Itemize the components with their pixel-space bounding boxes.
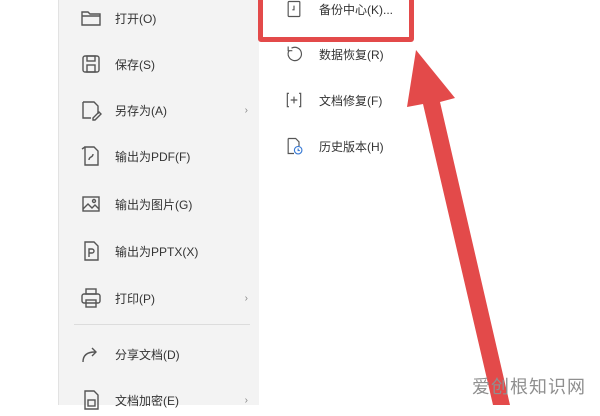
document-repair-icon: [283, 89, 305, 111]
menu-item-export-pdf[interactable]: 输出为PDF(F): [74, 140, 254, 172]
watermark: 爱创根知识网: [472, 377, 586, 397]
menu-item-save[interactable]: 保存(S): [74, 48, 254, 80]
print-icon: [78, 285, 104, 311]
menu-item-print[interactable]: 打印(P) ›: [74, 282, 254, 314]
save-icon: [78, 51, 104, 77]
menu-item-label: 另存为(A): [115, 103, 167, 118]
menu-item-label: 打开(O): [115, 11, 157, 26]
menu-item-label: 输出为图片(G): [115, 197, 193, 212]
menu-item-save-as[interactable]: 另存为(A) ›: [74, 94, 254, 126]
submenu-item-label: 文档修复(F): [319, 93, 383, 108]
submenu-item-history-version[interactable]: 历史版本(H): [283, 132, 423, 160]
left-blank-strip: [0, 0, 58, 405]
export-image-icon: [78, 191, 104, 217]
menu-item-label: 文档加密(E): [115, 393, 179, 408]
export-pdf-icon: [78, 143, 104, 169]
menu-item-encrypt[interactable]: 文档加密(E) ›: [74, 384, 254, 416]
save-as-icon: [78, 97, 104, 123]
menu-item-label: 打印(P): [115, 291, 155, 306]
submenu-item-label: 数据恢复(R): [319, 47, 384, 62]
menu-item-export-image[interactable]: 输出为图片(G): [74, 188, 254, 220]
folder-open-icon: [78, 5, 104, 31]
menu-item-label: 输出为PPTX(X): [115, 244, 199, 259]
highlight-box: [258, 0, 414, 42]
menu-divider: [74, 324, 250, 325]
share-icon: [78, 341, 104, 367]
menu-item-label: 输出为PDF(F): [115, 149, 191, 164]
menu-item-label: 保存(S): [115, 57, 155, 72]
encrypt-icon: [78, 387, 104, 413]
menu-item-open[interactable]: 打开(O): [74, 2, 254, 34]
menu-item-label: 分享文档(D): [115, 347, 180, 362]
data-recovery-icon: [283, 43, 305, 65]
submenu-arrow-icon: ›: [244, 104, 248, 116]
submenu-arrow-icon: ›: [244, 292, 248, 304]
submenu-item-data-recovery[interactable]: 数据恢复(R): [283, 40, 423, 68]
submenu-item-document-repair[interactable]: 文档修复(F): [283, 86, 423, 114]
menu-item-share[interactable]: 分享文档(D): [74, 338, 254, 370]
export-pptx-icon: [78, 238, 104, 264]
history-version-icon: [283, 135, 305, 157]
menu-item-export-pptx[interactable]: 输出为PPTX(X): [74, 235, 254, 267]
submenu-arrow-icon: ›: [244, 394, 248, 406]
submenu-item-label: 历史版本(H): [319, 139, 384, 154]
